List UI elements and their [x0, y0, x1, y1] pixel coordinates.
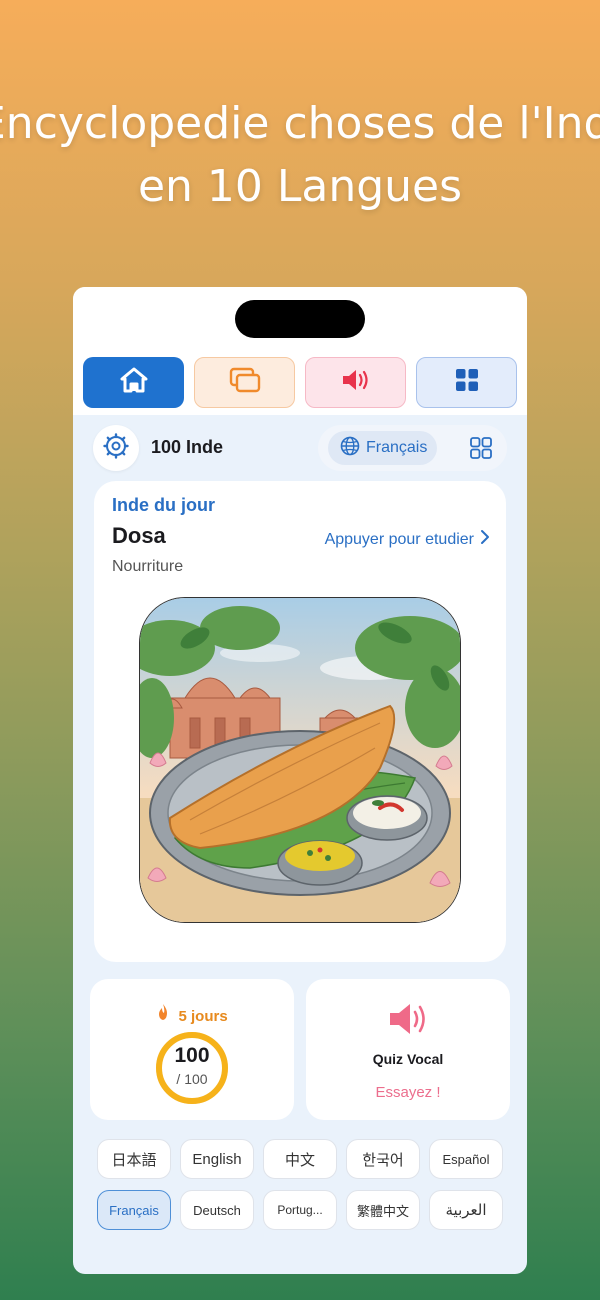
- tab-home[interactable]: [83, 357, 184, 408]
- language-selector[interactable]: Français: [328, 431, 437, 465]
- speaker-icon: [340, 368, 372, 397]
- promo-headline: Encyclopedie choses de l'Inde en 10 Lang…: [0, 92, 600, 218]
- tab-audio[interactable]: [305, 357, 406, 408]
- tab-grid[interactable]: [416, 357, 517, 408]
- chip-label: 中文: [284, 1151, 315, 1169]
- language-chip[interactable]: 日本語: [97, 1139, 171, 1179]
- daily-category: Nourriture: [112, 558, 184, 575]
- language-chip[interactable]: Deutsch: [180, 1190, 254, 1230]
- tab-bar: [83, 357, 517, 409]
- speaker-icon: [386, 1001, 430, 1042]
- chip-label: Français: [109, 1202, 159, 1218]
- tab-cards[interactable]: [194, 357, 295, 408]
- cards-icon: [229, 367, 261, 398]
- streak-card[interactable]: 5 jours 100 / 100: [90, 979, 294, 1120]
- settings-button[interactable]: [93, 425, 139, 471]
- gear-icon: [103, 432, 129, 464]
- streak-days: 5 jours: [178, 1008, 228, 1025]
- study-link-label: Appuyer pour etudier: [324, 530, 474, 548]
- language-chip[interactable]: Español: [429, 1139, 503, 1179]
- chevron-right-icon: [480, 529, 490, 550]
- quiz-cta: Essayez !: [375, 1084, 441, 1101]
- dynamic-island: [235, 300, 365, 338]
- daily-card[interactable]: Inde du jour Dosa Nourriture Appuyer pou…: [94, 481, 506, 962]
- chip-label: Deutsch: [193, 1202, 241, 1218]
- grid-outline-icon: [470, 437, 492, 463]
- top-bar: [73, 287, 527, 415]
- total-count: / 100: [176, 1071, 208, 1087]
- language-chip[interactable]: Portug...: [263, 1190, 337, 1230]
- language-chip[interactable]: 繁體中文: [346, 1190, 420, 1230]
- chip-label: العربية: [445, 1202, 487, 1219]
- headline-line-2: en 10 Langues: [137, 161, 463, 212]
- language-chip-selected[interactable]: Français: [97, 1190, 171, 1230]
- dosa-illustration: [139, 597, 461, 923]
- phone-screen: 100 Inde Français Inde du jour Dosa Nour…: [73, 287, 527, 1274]
- headline-line-1: Encyclopedie choses de l'Inde: [0, 98, 600, 149]
- globe-icon: [340, 436, 360, 461]
- chip-label: English: [192, 1150, 242, 1168]
- flame-icon: [156, 1003, 170, 1025]
- study-link[interactable]: Appuyer pour etudier: [325, 529, 490, 550]
- language-chip[interactable]: English: [180, 1139, 254, 1179]
- grid-icon: [455, 368, 479, 397]
- daily-kicker: Inde du jour: [112, 495, 215, 515]
- quiz-card[interactable]: Quiz Vocal Essayez !: [306, 979, 510, 1120]
- streak-label: 5 jours: [90, 1003, 294, 1025]
- progress-ring: [156, 1032, 228, 1104]
- grid-view-button[interactable]: [470, 437, 492, 464]
- language-chip[interactable]: العربية: [429, 1190, 503, 1230]
- language-chip[interactable]: 한국어: [346, 1139, 420, 1179]
- quiz-title: Quiz Vocal: [372, 1051, 444, 1067]
- chip-label: Portug...: [277, 1203, 323, 1217]
- chip-label: 日本語: [111, 1151, 157, 1169]
- language-label: Français: [366, 439, 428, 456]
- app-title: 100 Inde: [151, 437, 224, 457]
- header-actions: Français: [318, 425, 507, 471]
- chip-label: 繁體中文: [356, 1203, 409, 1219]
- language-chip[interactable]: 中文: [263, 1139, 337, 1179]
- header-row: 100 Inde Français: [93, 425, 507, 471]
- daily-title: Dosa: [112, 523, 166, 548]
- chip-label: Español: [442, 1151, 490, 1167]
- home-icon: [119, 366, 149, 399]
- learned-count: 100: [174, 1044, 210, 1067]
- chip-label: 한국어: [362, 1151, 404, 1169]
